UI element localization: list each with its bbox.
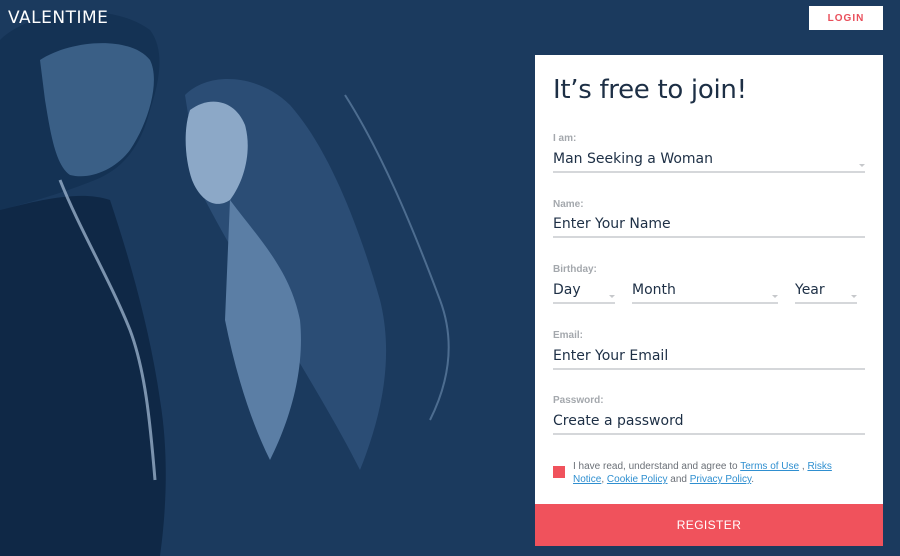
- terms-of-use-link[interactable]: Terms of Use: [740, 461, 799, 472]
- brand-logo[interactable]: VALENTIME: [8, 8, 108, 28]
- cookie-policy-link[interactable]: Cookie Policy: [607, 474, 668, 485]
- chevron-down-icon: [851, 295, 857, 298]
- email-label: Email:: [553, 330, 584, 341]
- seeking-select[interactable]: Man Seeking a Woman: [553, 149, 865, 173]
- terms-and: and: [670, 474, 687, 485]
- registration-card: It’s free to join! I am: Man Seeking a W…: [535, 55, 883, 546]
- seeking-select-value: Man Seeking a Woman: [553, 151, 714, 167]
- register-button[interactable]: REGISTER: [535, 504, 883, 546]
- birthday-label: Birthday:: [553, 264, 597, 275]
- terms-separator: ,: [601, 474, 605, 485]
- password-label: Password:: [553, 395, 604, 406]
- name-input-placeholder: Enter Your Name: [553, 216, 671, 232]
- name-input[interactable]: Enter Your Name: [553, 214, 865, 238]
- terms-separator: ,: [801, 461, 805, 472]
- chevron-down-icon: [859, 164, 865, 167]
- chevron-down-icon: [609, 295, 615, 298]
- birthday-year-value: Year: [795, 282, 825, 298]
- email-input-placeholder: Enter Your Email: [553, 348, 669, 364]
- form-title: It’s free to join!: [553, 75, 747, 105]
- terms-suffix: .: [751, 474, 755, 485]
- email-input[interactable]: Enter Your Email: [553, 346, 865, 370]
- terms-text: I have read, understand and agree to Ter…: [573, 460, 863, 486]
- password-input[interactable]: Create a password: [553, 411, 865, 435]
- login-button[interactable]: LOGIN: [809, 6, 883, 30]
- terms-checkbox[interactable]: [553, 466, 565, 478]
- birthday-year-select[interactable]: Year: [795, 280, 857, 304]
- birthday-month-value: Month: [632, 282, 676, 298]
- privacy-policy-link[interactable]: Privacy Policy: [690, 474, 752, 485]
- birthday-month-select[interactable]: Month: [632, 280, 778, 304]
- chevron-down-icon: [772, 295, 778, 298]
- iam-label: I am:: [553, 133, 577, 144]
- terms-prefix: I have read, understand and agree to: [573, 461, 738, 472]
- name-label: Name:: [553, 199, 584, 210]
- password-input-placeholder: Create a password: [553, 413, 684, 429]
- birthday-day-value: Day: [553, 282, 581, 298]
- birthday-day-select[interactable]: Day: [553, 280, 615, 304]
